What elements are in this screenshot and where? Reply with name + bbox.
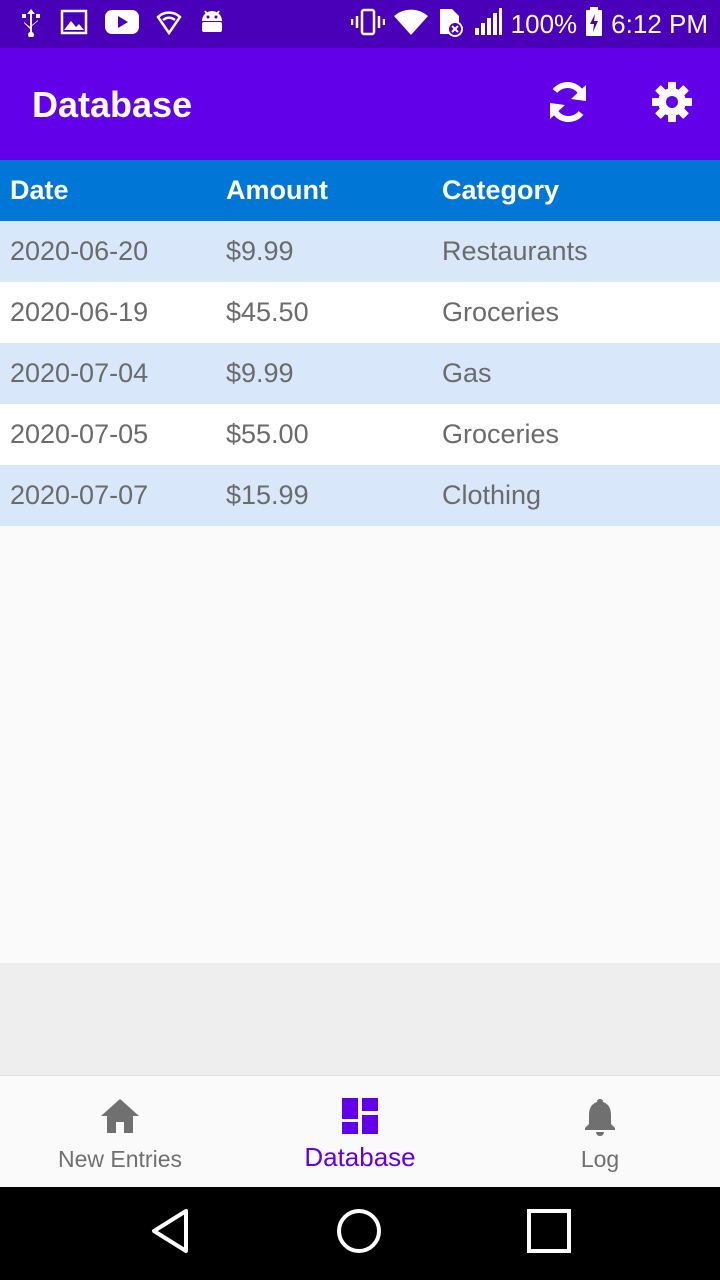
header-category[interactable]: Category: [432, 175, 720, 206]
cell-date: 2020-07-07: [10, 480, 149, 510]
usb-icon: [18, 7, 44, 42]
nav-label-new-entries: New Entries: [58, 1146, 182, 1172]
empty-panel: [0, 963, 720, 1075]
refresh-button[interactable]: [542, 78, 594, 130]
bell-icon: [578, 1094, 622, 1138]
cell-date: 2020-06-19: [10, 297, 149, 327]
image-icon: [60, 9, 88, 40]
nav-label-database: Database: [304, 1142, 416, 1172]
back-button[interactable]: [144, 1207, 196, 1259]
home-circle-icon: [335, 1207, 383, 1260]
cell-category: Restaurants: [442, 236, 588, 266]
cell-amount: $9.99: [226, 236, 294, 266]
cell-category: Gas: [442, 358, 492, 388]
cell-amount: $9.99: [226, 358, 294, 388]
system-status-icons: 100% 6:12 PM: [350, 6, 708, 42]
table-header: Date Amount Category: [0, 160, 720, 221]
table-row[interactable]: 2020-06-19 $45.50 Groceries: [0, 282, 720, 343]
android-icon: [198, 7, 226, 42]
bottom-navigation: New Entries Database Log: [0, 1075, 720, 1187]
notification-icons: [18, 8, 226, 40]
cell-date: 2020-07-04: [10, 358, 149, 388]
nav-label-log: Log: [580, 1146, 620, 1172]
cell-category: Groceries: [442, 297, 560, 327]
home-icon: [98, 1094, 142, 1138]
sim-icon: [437, 7, 465, 42]
recents-icon: [526, 1208, 572, 1259]
home-button[interactable]: [333, 1207, 385, 1259]
status-bar: 100% 6:12 PM: [0, 0, 720, 48]
page-title: Database: [32, 84, 193, 125]
refresh-icon: [543, 77, 593, 132]
cell-date: 2020-07-05: [10, 419, 149, 449]
nav-item-log[interactable]: Log: [480, 1076, 720, 1188]
clock: 6:12 PM: [611, 8, 708, 39]
youtube-icon: [104, 9, 140, 40]
settings-icon: [650, 80, 694, 129]
app-bar: Database: [0, 48, 720, 160]
vpn-icon: [156, 9, 182, 40]
nav-item-database[interactable]: Database: [240, 1076, 480, 1188]
wifi-icon: [393, 8, 429, 41]
cell-amount: $55.00: [226, 419, 309, 449]
table-row[interactable]: 2020-07-04 $9.99 Gas: [0, 343, 720, 404]
table-row[interactable]: 2020-06-20 $9.99 Restaurants: [0, 221, 720, 282]
back-icon: [148, 1207, 192, 1260]
nav-item-new-entries[interactable]: New Entries: [0, 1076, 240, 1188]
cell-date: 2020-06-20: [10, 236, 149, 266]
recents-button[interactable]: [523, 1207, 575, 1259]
signal-icon: [473, 7, 503, 41]
cell-category: Clothing: [442, 480, 542, 510]
vibrate-icon: [350, 7, 385, 42]
dashboard-icon: [338, 1094, 382, 1138]
table-row[interactable]: 2020-07-05 $55.00 Groceries: [0, 404, 720, 465]
table-row[interactable]: 2020-07-07 $15.99 Clothing: [0, 465, 720, 526]
header-amount[interactable]: Amount: [216, 175, 432, 206]
cell-amount: $45.50: [226, 297, 309, 327]
battery-percentage: 100%: [510, 8, 578, 39]
battery-icon: [585, 6, 603, 42]
system-navigation-bar: [0, 1187, 720, 1280]
header-date[interactable]: Date: [0, 175, 216, 206]
cell-category: Groceries: [442, 419, 560, 449]
settings-button[interactable]: [646, 78, 698, 130]
cell-amount: $15.99: [226, 480, 309, 510]
table-body: 2020-06-20 $9.99 Restaurants 2020-06-19 …: [0, 221, 720, 526]
